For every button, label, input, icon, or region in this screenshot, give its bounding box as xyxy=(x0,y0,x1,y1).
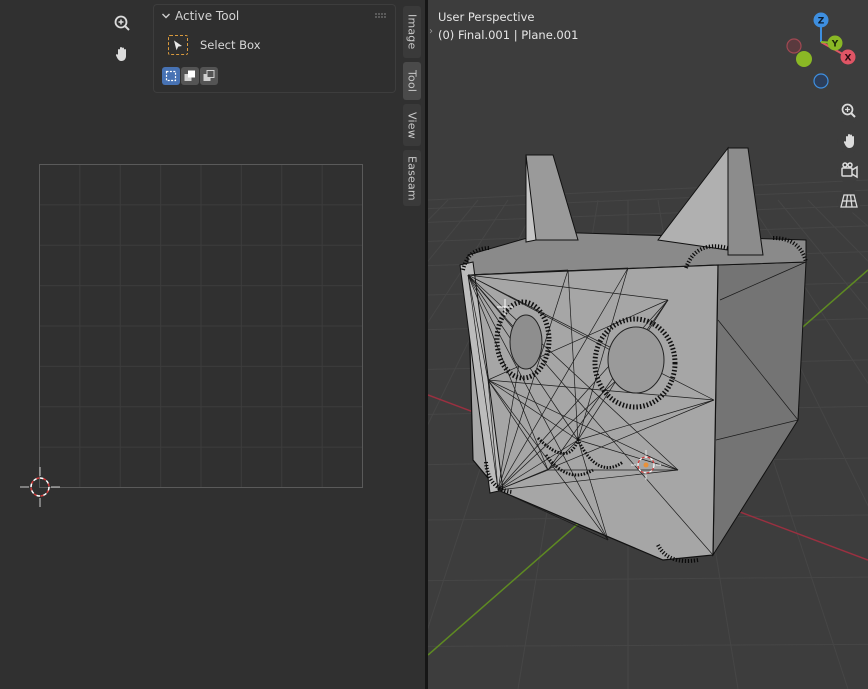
chevron-down-icon xyxy=(162,13,170,19)
x-axis-label: X xyxy=(845,54,852,64)
z-axis-label: Z xyxy=(818,17,825,27)
active-tool-panel: Active Tool Select Box xyxy=(153,4,396,93)
3d-viewport[interactable]: Z Y X › User Perspective (0) Final.001 |… xyxy=(428,0,868,689)
viewport-object-info: (0) Final.001 | Plane.001 xyxy=(438,28,579,42)
select-subtract-icon xyxy=(203,70,215,81)
drag-grip-icon[interactable] xyxy=(375,13,387,19)
tab-tool[interactable]: Tool xyxy=(403,62,421,100)
camera-button[interactable] xyxy=(837,159,861,183)
tab-view[interactable]: View xyxy=(403,104,421,146)
uv-grid[interactable] xyxy=(0,0,425,689)
tab-image[interactable]: Image xyxy=(403,6,421,58)
uv-editor[interactable]: Active Tool Select Box Image Tool View E… xyxy=(0,0,425,689)
mode-set-button[interactable] xyxy=(162,67,180,85)
mesh-object[interactable] xyxy=(459,146,808,563)
pan-button[interactable] xyxy=(109,41,135,67)
panel-header[interactable]: Active Tool xyxy=(154,5,395,27)
toolbar-expand-chevron-icon[interactable]: › xyxy=(429,26,433,37)
select-extend-icon xyxy=(184,70,195,81)
panel-title: Active Tool xyxy=(175,9,240,23)
y-axis-label: Y xyxy=(831,40,839,50)
viewport-scene[interactable]: Z Y X xyxy=(428,0,868,689)
ortho-toggle-button[interactable] xyxy=(837,189,861,213)
zoom-button[interactable] xyxy=(837,99,861,123)
zoom-icon xyxy=(114,15,130,31)
navigation-gizmo[interactable]: Z Y X xyxy=(786,12,856,89)
active-tool-row[interactable]: Select Box xyxy=(168,34,261,56)
mode-subtract-button[interactable] xyxy=(200,67,218,85)
neg-z-handle xyxy=(813,73,829,89)
mode-extend-button[interactable] xyxy=(181,67,199,85)
select-set-icon xyxy=(165,70,177,82)
hand-icon xyxy=(115,47,126,61)
tab-easeam[interactable]: Easeam xyxy=(403,150,421,206)
neg-y-handle xyxy=(796,51,812,67)
tool-name: Select Box xyxy=(200,38,261,52)
blender-window: Active Tool Select Box Image Tool View E… xyxy=(0,0,868,689)
zoom-button[interactable] xyxy=(109,10,135,36)
selection-mode-row xyxy=(162,67,218,85)
select-box-icon xyxy=(168,35,188,55)
pan-button[interactable] xyxy=(837,129,861,153)
viewport-title: User Perspective xyxy=(438,10,535,24)
neg-x-handle xyxy=(786,38,802,54)
